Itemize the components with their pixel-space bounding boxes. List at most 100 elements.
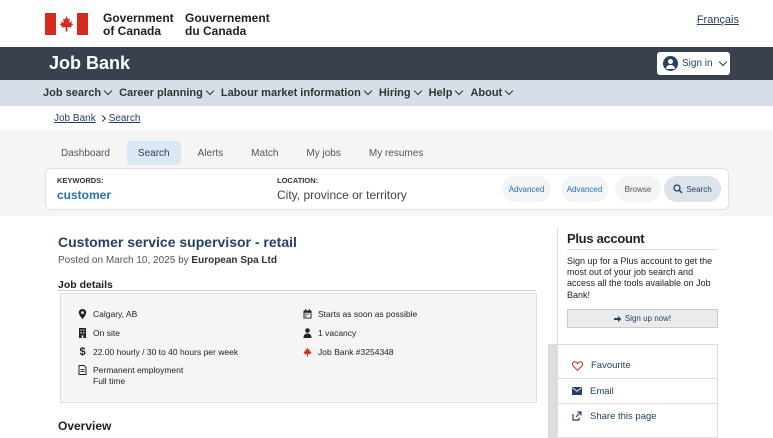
advanced-button-1[interactable]: Advanced (502, 176, 551, 202)
chevron-down-icon (413, 86, 422, 96)
location-text: Calgary, AB (93, 309, 138, 319)
plus-account-text: Sign up for a Plus account to get the mo… (567, 256, 713, 300)
gov-wordmark-en: Government of Canada (103, 12, 174, 37)
search-button[interactable]: Search (664, 176, 721, 202)
search-icon (673, 184, 683, 194)
employment-type: Permanent employment (93, 365, 184, 375)
posted-info: Posted on March 10, 2025 by European Spa… (58, 255, 277, 266)
keywords-input[interactable]: customer (57, 188, 111, 202)
canada-flag-icon (45, 13, 88, 35)
location-label: LOCATION: (277, 176, 319, 185)
main-menu: Job search Career planning Labour market… (0, 80, 773, 106)
detail-pay: $ 22.00 hourly / 30 to 40 hours per week (78, 347, 238, 358)
chevron-down-icon (103, 86, 113, 96)
share-panel: Favourite Email Share this page (557, 344, 718, 438)
detail-vacancy: 1 vacancy (303, 328, 356, 339)
document-icon (78, 365, 87, 375)
tab-alerts[interactable]: Alerts (187, 141, 235, 165)
breadcrumb: Job Bank Search (0, 106, 773, 131)
share-page-button[interactable]: Share this page (558, 403, 717, 428)
job-posting: Customer service supervisor - retail Pos… (0, 216, 773, 438)
email-button[interactable]: Email (558, 378, 717, 403)
gov-fr-line1: Gouvernement (185, 11, 270, 25)
chevron-down-icon (455, 86, 464, 96)
divider (58, 290, 536, 291)
language-toggle-link[interactable]: Français (697, 14, 739, 26)
employer-name: European Spa Ltd (191, 255, 277, 266)
posted-date: Posted on March 10, 2025 by (58, 255, 189, 266)
chevron-down-icon (205, 86, 215, 96)
location-input[interactable]: City, province or territory (277, 188, 407, 202)
tab-match[interactable]: Match (240, 141, 289, 165)
chevron-down-icon (718, 57, 727, 66)
app-bar: Job Bank Sign in (0, 47, 773, 80)
dollar-icon: $ (79, 346, 86, 358)
heart-icon (572, 360, 583, 371)
sign-in-label: Sign in (682, 58, 713, 69)
map-pin-icon (78, 309, 87, 319)
email-label: Email (590, 385, 614, 397)
sign-in-button[interactable]: Sign in (657, 52, 730, 75)
detail-start: Starts as soon as possible (303, 309, 417, 320)
chevron-down-icon (504, 86, 514, 96)
job-details-box: Calgary, AB On site $ 22.00 hourly / 30 … (60, 293, 537, 403)
divider (567, 249, 717, 250)
tab-my-jobs[interactable]: My jobs (295, 141, 351, 165)
start-text: Starts as soon as possible (318, 309, 418, 319)
tab-search[interactable]: Search (126, 141, 181, 165)
breadcrumb-home-link[interactable]: Job Bank (54, 113, 96, 124)
tab-my-resumes[interactable]: My resumes (358, 141, 434, 165)
plus-account-title: Plus account (567, 231, 645, 246)
menu-label: Job search (43, 87, 102, 99)
building-icon (79, 328, 86, 338)
menu-label: About (470, 87, 503, 99)
menu-item-about[interactable]: About (470, 80, 518, 106)
menu-item-labour-market[interactable]: Labour market information (221, 80, 377, 106)
search-button-label: Search (686, 184, 712, 194)
chevron-down-icon (363, 86, 373, 96)
maple-leaf-icon (303, 347, 312, 357)
menu-item-career-planning[interactable]: Career planning (119, 80, 219, 106)
detail-job-number: Job Bank #3254348 (303, 347, 394, 358)
employment-hours: Full time (93, 376, 126, 386)
sign-in-arrow-icon (613, 315, 622, 322)
detail-site: On site (78, 328, 120, 339)
menu-item-job-search[interactable]: Job search (43, 80, 117, 106)
menu-label: Labour market information (220, 87, 361, 99)
breadcrumb-search-link[interactable]: Search (109, 113, 141, 124)
side-accent-strip (548, 344, 557, 438)
share-icon (572, 411, 582, 421)
gov-wordmark-fr: Gouvernement du Canada (185, 12, 270, 37)
gov-header: Government of Canada Gouvernement du Can… (0, 0, 773, 47)
pay-text: 22.00 hourly / 30 to 40 hours per week (93, 347, 239, 357)
gov-fr-line2: du Canada (185, 23, 247, 38)
employment-text: Permanent employment Full time (93, 365, 183, 387)
tab-dashboard[interactable]: Dashboard (50, 141, 121, 165)
search-panel: Dashboard Search Alerts Match My jobs My… (0, 130, 773, 216)
browse-button[interactable]: Browse (615, 176, 661, 202)
keywords-label: KEYWORDS: (57, 176, 104, 185)
detail-location: Calgary, AB (78, 309, 137, 320)
chevron-right-icon (98, 114, 106, 123)
site-text: On site (93, 328, 120, 338)
favourite-button[interactable]: Favourite (558, 353, 717, 378)
app-title[interactable]: Job Bank (49, 53, 130, 74)
advanced-button-2[interactable]: Advanced (561, 176, 608, 202)
job-number-text: Job Bank #3254348 (318, 347, 394, 357)
overview-heading: Overview (58, 419, 112, 433)
tab-bar: Dashboard Search Alerts Match My jobs My… (50, 141, 434, 165)
menu-item-help[interactable]: Help (429, 80, 469, 106)
menu-label: Help (428, 87, 453, 99)
user-icon (663, 56, 678, 71)
menu-item-hiring[interactable]: Hiring (379, 80, 427, 106)
menu-label: Hiring (378, 87, 411, 99)
calendar-icon (303, 309, 312, 319)
vacancy-text: 1 vacancy (318, 328, 357, 338)
person-icon (303, 328, 312, 338)
share-page-label: Share this page (590, 410, 657, 422)
envelope-icon (572, 387, 582, 395)
sign-up-button[interactable]: Sign up now! (567, 309, 718, 328)
gov-en-line2: of Canada (103, 23, 162, 38)
search-form: KEYWORDS: customer LOCATION: City, provi… (45, 168, 729, 210)
favourite-label: Favourite (591, 360, 631, 371)
